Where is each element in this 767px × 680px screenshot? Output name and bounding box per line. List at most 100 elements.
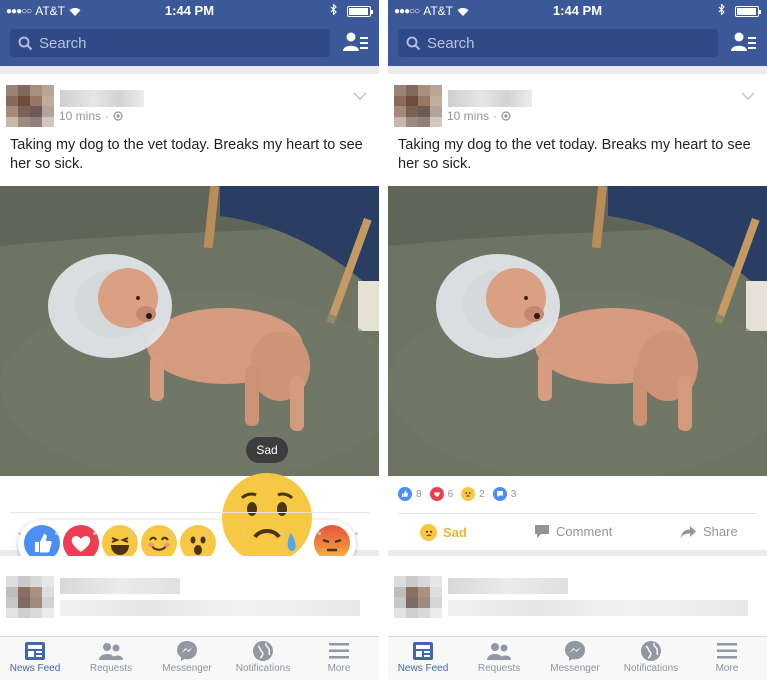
- post-meta: 10 mins ·: [59, 109, 123, 123]
- redacted-content: [448, 600, 748, 616]
- comment-button[interactable]: Comment: [534, 524, 612, 539]
- bottom-tab-bar: News Feed Requests Messenger Notificatio…: [388, 636, 767, 680]
- comment-count: 3: [510, 488, 517, 500]
- tab-messenger[interactable]: Messenger: [149, 639, 225, 674]
- tab-label: More: [327, 663, 351, 674]
- search-input[interactable]: Search: [398, 29, 718, 57]
- share-icon: [681, 525, 696, 538]
- next-post-card: [388, 556, 767, 636]
- sad-icon: [461, 487, 476, 501]
- comment-icon: [535, 525, 549, 538]
- tab-label: More: [715, 663, 739, 674]
- top-navigation-bar: ●●●○○ AT&T 1:44 PM Search: [0, 0, 379, 66]
- tab-news-feed[interactable]: News Feed: [0, 639, 73, 674]
- tab-more[interactable]: More: [301, 639, 377, 674]
- bluetooth-icon: [718, 3, 725, 18]
- post-meta: 10 mins ·: [447, 109, 511, 123]
- post-photo[interactable]: [0, 186, 379, 476]
- requests-icon: [487, 643, 511, 660]
- reaction-summary[interactable]: 8 6 2 3: [398, 487, 516, 501]
- tab-requests[interactable]: Requests: [73, 639, 149, 674]
- tab-label: Requests: [89, 663, 133, 674]
- divider: [10, 512, 370, 513]
- clock: 1:44 PM: [164, 3, 215, 18]
- love-icon: [429, 487, 444, 501]
- search-input[interactable]: Search: [10, 29, 330, 57]
- share-action-label: Share: [703, 524, 738, 539]
- globe-icon: [641, 641, 661, 661]
- bottom-tab-bar: News Feed Requests Messenger Notificatio…: [0, 636, 379, 680]
- menu-icon: [329, 643, 349, 659]
- tab-label: News Feed: [9, 663, 61, 674]
- battery-icon: [735, 5, 761, 17]
- search-icon: [406, 36, 421, 50]
- post-text: Taking my dog to the vet today. Breaks m…: [398, 137, 751, 172]
- globe-icon: [113, 111, 123, 121]
- status-bar: ●●●○○ AT&T 1:44 PM: [388, 0, 767, 22]
- comment-action-label: Comment: [556, 524, 613, 539]
- chevron-down-icon[interactable]: [353, 92, 367, 100]
- globe-icon: [253, 641, 273, 661]
- messenger-icon: [565, 641, 585, 661]
- status-bar: ●●●○○ AT&T 1:44 PM: [0, 0, 379, 22]
- avatar[interactable]: [6, 576, 54, 618]
- avatar[interactable]: [394, 85, 442, 127]
- post-actions: Sad Comment Share: [388, 520, 767, 546]
- battery-icon: [347, 5, 373, 17]
- sad-count: 2: [479, 488, 485, 500]
- panel-divider: [379, 0, 388, 680]
- like-count: 8: [416, 488, 422, 500]
- friend-list-button[interactable]: [343, 31, 369, 53]
- like-icon: [398, 487, 412, 501]
- author-name-redacted: [60, 578, 180, 594]
- clock: 1:44 PM: [552, 3, 603, 18]
- sad-icon: [420, 524, 437, 541]
- love-count: 6: [447, 488, 454, 500]
- sad-reaction-icon[interactable]: [222, 473, 312, 563]
- post-card: 10 mins · Taking my dog to the vet today…: [0, 74, 379, 568]
- tab-more[interactable]: More: [689, 639, 765, 674]
- people-list-icon: [731, 32, 756, 51]
- reaction-tooltip: Sad: [246, 437, 288, 463]
- avatar[interactable]: [394, 576, 442, 618]
- phone-screen-left: ●●●○○ AT&T 1:44 PM Search 10 mins · Taki…: [0, 0, 379, 680]
- chevron-down-icon[interactable]: [741, 92, 755, 100]
- messenger-icon: [177, 641, 197, 661]
- sad-reaction-button[interactable]: Sad: [420, 524, 467, 541]
- comment-icon: [492, 487, 507, 501]
- tab-messenger[interactable]: Messenger: [537, 639, 613, 674]
- search-placeholder: Search: [39, 34, 87, 52]
- tab-label: Notifications: [623, 663, 679, 674]
- globe-icon: [501, 111, 511, 121]
- tab-label: Messenger: [550, 663, 600, 674]
- tab-label: Requests: [477, 663, 521, 674]
- tab-requests[interactable]: Requests: [461, 639, 537, 674]
- post-card: 10 mins · Taking my dog to the vet today…: [388, 74, 767, 550]
- sad-action-label: Sad: [443, 525, 467, 540]
- author-name-redacted[interactable]: [60, 90, 144, 107]
- tab-notifications[interactable]: Notifications: [225, 639, 301, 674]
- author-name-redacted[interactable]: [448, 90, 532, 107]
- post-text: Taking my dog to the vet today. Breaks m…: [10, 137, 363, 172]
- bluetooth-icon: [330, 3, 337, 18]
- post-photo[interactable]: [388, 186, 767, 476]
- news-feed-icon: [413, 642, 433, 660]
- screenshot-comparison: ●●●○○ AT&T 1:44 PM Search 10 mins · Taki…: [0, 0, 767, 680]
- tab-notifications[interactable]: Notifications: [613, 639, 689, 674]
- author-name-redacted: [448, 578, 568, 594]
- avatar[interactable]: [6, 85, 54, 127]
- post-timestamp: 10 mins: [59, 109, 102, 123]
- people-list-icon: [343, 32, 368, 51]
- search-icon: [18, 36, 33, 50]
- share-button[interactable]: Share: [680, 524, 738, 539]
- tab-label: Notifications: [235, 663, 291, 674]
- tab-label: News Feed: [397, 663, 449, 674]
- phone-screen-right: ●●●○○ AT&T 1:44 PM Search 10 mins · Taki…: [388, 0, 767, 680]
- friend-list-button[interactable]: [731, 31, 757, 53]
- tab-news-feed[interactable]: News Feed: [388, 639, 461, 674]
- post-timestamp: 10 mins: [447, 109, 490, 123]
- news-feed-icon: [25, 642, 45, 660]
- requests-icon: [99, 643, 123, 660]
- loading-dots: [18, 532, 358, 535]
- divider: [398, 513, 757, 514]
